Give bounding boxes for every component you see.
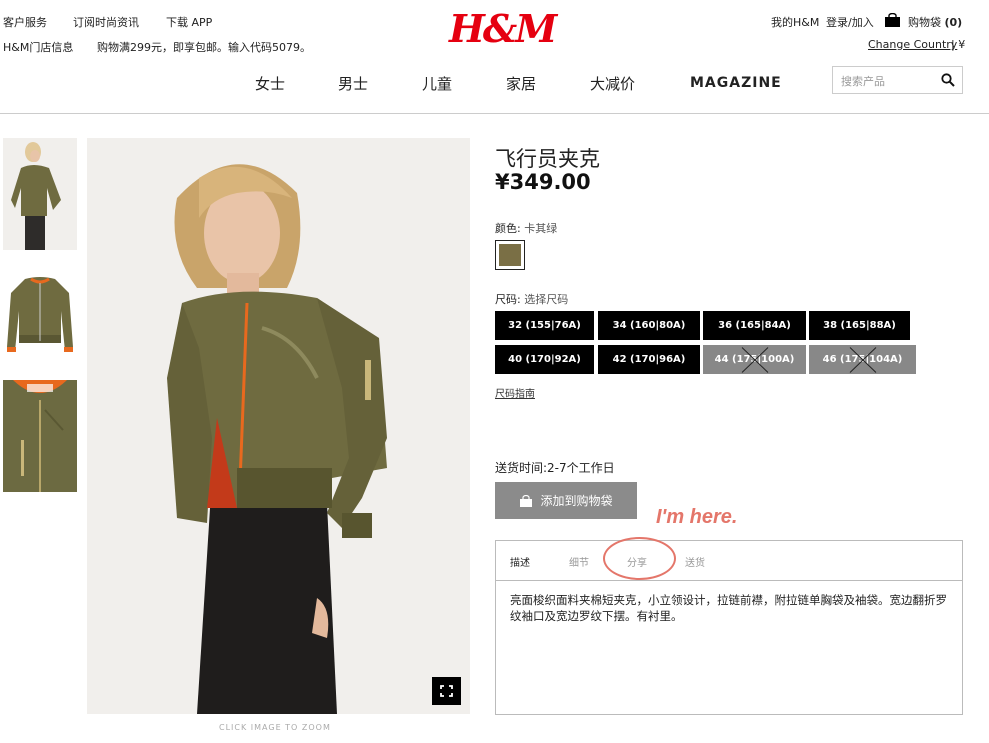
bag-count: (0) xyxy=(944,16,963,29)
search-input[interactable]: 搜索产品 xyxy=(832,66,963,94)
size-button-44-unavailable[interactable]: 44 (175|100A) xyxy=(703,345,806,374)
hm-logo[interactable]: H&M xyxy=(449,10,557,48)
add-to-bag-button[interactable]: 添加到购物袋 xyxy=(495,482,637,519)
product-tabs-panel: 描述 细节 分享 送货 亮面梭织面料夹棉短夹克，小立领设计，拉链前襟，附拉链单胸… xyxy=(495,540,963,715)
size-button-42[interactable]: 42 (170|96A) xyxy=(598,345,700,374)
annotation-circle xyxy=(603,537,676,580)
size-label-42: 42 (170|96A) xyxy=(612,354,686,365)
annotation-text: I'm here. xyxy=(656,506,738,528)
promo-text: 购物满299元，即享包邮。输入代码5079。 xyxy=(97,41,311,54)
thumbnail-jacket-detail[interactable] xyxy=(3,380,77,492)
nav-kids[interactable]: 儿童 xyxy=(422,73,452,94)
currency-indicator: | ¥ xyxy=(951,38,966,51)
thumbnail-model[interactable] xyxy=(3,138,77,250)
size-guide-link[interactable]: 尺码指南 xyxy=(495,385,535,400)
fullscreen-button[interactable] xyxy=(432,677,461,705)
zoom-caption: CLICK IMAGE TO ZOOM xyxy=(219,723,331,732)
color-value: 卡其绿 xyxy=(524,222,558,235)
change-country-link[interactable]: Change Country xyxy=(868,38,957,51)
product-main-image[interactable] xyxy=(87,138,470,714)
tab-details[interactable]: 细节 xyxy=(569,554,589,569)
thumbnail-jacket-front[interactable] xyxy=(3,265,77,365)
add-to-bag-label: 添加到购物袋 xyxy=(540,494,613,508)
bag-label: 购物袋 xyxy=(908,16,941,29)
size-label-34: 34 (160|80A) xyxy=(612,320,686,331)
expand-icon xyxy=(440,685,453,697)
size-label: 尺码: xyxy=(495,293,521,306)
size-button-40[interactable]: 40 (170|92A) xyxy=(495,345,594,374)
shopping-bag-icon xyxy=(520,494,533,507)
nav-women[interactable]: 女士 xyxy=(255,73,285,94)
search-icon[interactable] xyxy=(941,73,955,87)
nav-home[interactable]: 家居 xyxy=(506,73,536,94)
tab-description[interactable]: 描述 xyxy=(510,554,530,569)
size-button-38[interactable]: 38 (165|88A) xyxy=(809,311,910,340)
size-value: 选择尺码 xyxy=(524,293,569,306)
size-label-38: 38 (165|88A) xyxy=(823,320,896,331)
color-swatch-selected[interactable] xyxy=(495,240,525,270)
store-info-link[interactable]: H&M门店信息 xyxy=(3,39,73,55)
color-row: 颜色: 卡其绿 xyxy=(495,220,557,236)
unavailable-cross-icon xyxy=(849,346,876,373)
tab-delivery[interactable]: 送货 xyxy=(685,554,705,569)
product-price: ¥349.00 xyxy=(495,170,591,194)
bag-link[interactable]: 购物袋 (0) xyxy=(908,14,962,30)
size-row: 尺码: 选择尺码 xyxy=(495,291,568,307)
tabs-row: 描述 细节 分享 送货 xyxy=(496,541,962,581)
login-link[interactable]: 登录/加入 xyxy=(826,14,874,30)
nav-men[interactable]: 男士 xyxy=(338,73,368,94)
customer-service-link[interactable]: 客户服务 xyxy=(3,14,47,30)
size-label-40: 40 (170|92A) xyxy=(508,354,581,365)
color-label: 颜色: xyxy=(495,222,521,235)
delivery-time: 送货时间:2-7个工作日 xyxy=(495,461,615,475)
nav-magazine[interactable]: MAGAZINE xyxy=(690,75,782,91)
product-title: 飞行员夹克 xyxy=(495,147,600,171)
size-button-32[interactable]: 32 (155|76A) xyxy=(495,311,594,340)
download-app-link[interactable]: 下载 APP xyxy=(166,14,212,30)
unavailable-cross-icon xyxy=(741,346,768,373)
header-divider xyxy=(0,113,989,114)
size-button-46-unavailable[interactable]: 46 (175|104A) xyxy=(809,345,916,374)
subscribe-link[interactable]: 订阅时尚资讯 xyxy=(73,14,139,30)
my-hm-link[interactable]: 我的H&M xyxy=(771,14,819,30)
size-label-32: 32 (155|76A) xyxy=(508,320,581,331)
size-label-36: 36 (165|84A) xyxy=(718,320,791,331)
size-button-34[interactable]: 34 (160|80A) xyxy=(598,311,700,340)
size-button-36[interactable]: 36 (165|84A) xyxy=(703,311,806,340)
shopping-bag-icon[interactable] xyxy=(884,12,901,27)
nav-sale[interactable]: 大减价 xyxy=(590,73,635,94)
search-placeholder: 搜索产品 xyxy=(841,75,885,88)
swatch-khaki xyxy=(499,244,521,266)
product-description: 亮面梭织面料夹棉短夹克，小立领设计，拉链前襟，附拉链单胸袋及袖袋。宽边翻折罗纹袖… xyxy=(510,593,947,623)
